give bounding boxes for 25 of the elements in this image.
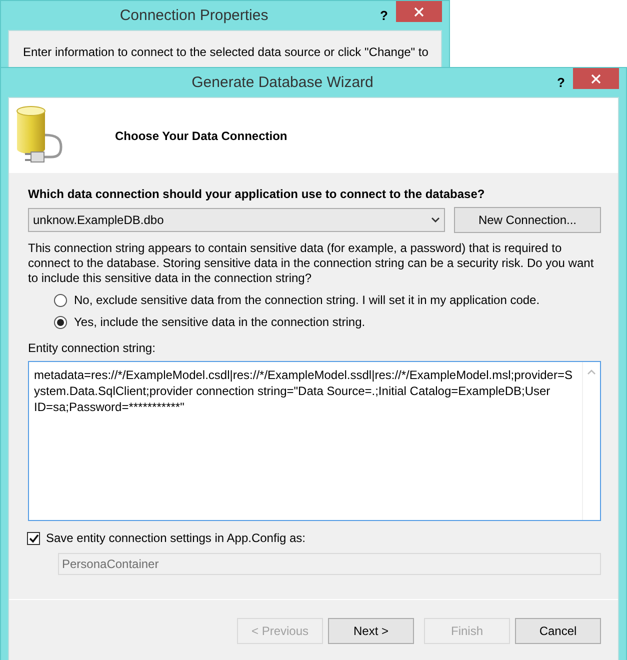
close-icon: [414, 6, 424, 16]
page-heading: Choose Your Data Connection: [115, 128, 288, 142]
cancel-button[interactable]: Cancel: [515, 618, 601, 644]
checkbox[interactable]: [27, 532, 40, 544]
radio-button[interactable]: [54, 316, 67, 328]
connection-string-label: Entity connection string:: [28, 341, 156, 355]
instruction-text: Enter information to connect to the selected data source or click "Change" to: [23, 45, 428, 59]
chevron-down-icon: [431, 217, 440, 223]
window-title: Connection Properties: [118, 7, 270, 24]
help-button[interactable]: ?: [380, 8, 388, 23]
help-button[interactable]: ?: [557, 75, 565, 90]
option-label[interactable]: No, exclude sensitive data from the connection string. I will set it in my application code.: [74, 293, 540, 307]
window-title: Generate Database Wizard: [190, 74, 374, 91]
warning-text: This connection string appears to contain sensitive data (for example, a password) that is required to connect to the database. Storing sensitive data in the connection string can be a security risk. Do you want to include this sensitive data in the connection string?: [28, 241, 595, 286]
connection-string-field[interactable]: metadata=res://*/ExampleModel.csdl|res://*/ExampleModel.ssdl|res://*/ExampleModel.msl;provider=System.Data.SqlClient;provider connection string="Data Source=.;Initial Catalog=ExampleDB;User ID=sa;Password=***********": [28, 361, 601, 521]
new-connection-button[interactable]: New Connection...: [454, 207, 601, 233]
question-label: Which data connection should your application use to connect to the database?: [28, 187, 486, 201]
option-label[interactable]: Yes, include the sensitive data in the connection string.: [74, 315, 366, 329]
save-setting-label[interactable]: Save entity connection settings in App.Config as:: [46, 531, 306, 545]
connection-dropdown[interactable]: unknow.ExampleDB.dbo: [28, 208, 445, 232]
next-button[interactable]: Next >: [328, 618, 414, 644]
close-button[interactable]: [573, 68, 619, 89]
radio-button[interactable]: [54, 294, 67, 306]
close-icon: [591, 74, 601, 84]
close-button[interactable]: [396, 1, 442, 22]
